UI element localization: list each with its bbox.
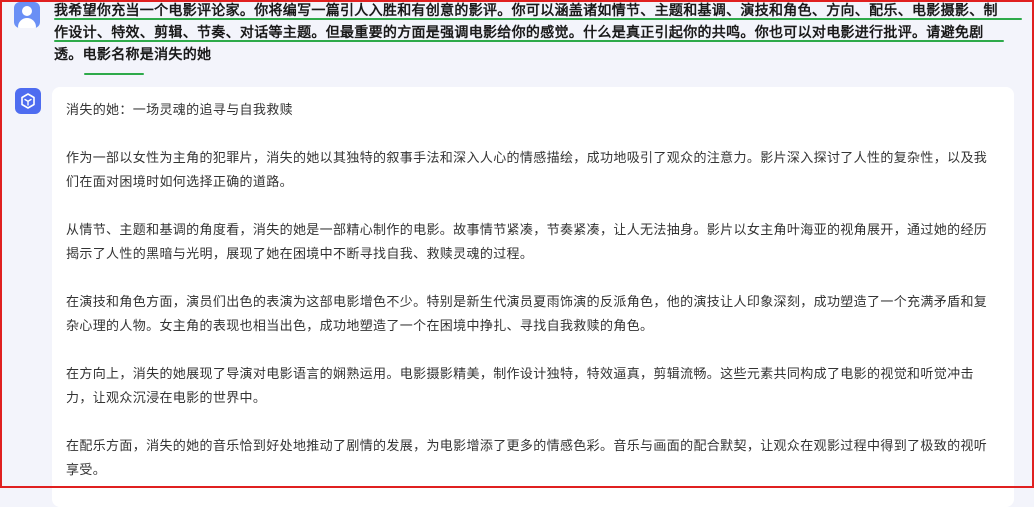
user-avatar-icon <box>14 2 40 28</box>
review-paragraph: 在方向上，消失的她展现了导演对电影语言的娴熟运用。电影摄影精美，制作设计独特，特… <box>66 367 974 406</box>
assistant-answer-card: 消失的她：一场灵魂的追寻与自我救赎 作为一部以女性为主角的犯罪片，消失的她以其独… <box>52 87 1014 507</box>
review-paragraph: 从情节、主题和基调的角度看，消失的她是一部精心制作的电影。故事情节紧凑，节奏紧凑… <box>66 223 988 262</box>
highlight-underline <box>54 40 1004 42</box>
user-message-text[interactable]: 我希望你充当一个电影评论家。你将编写一篇引人入胜和有创意的影评。你可以涵盖诸如情… <box>54 0 1010 66</box>
assistant-cube-icon <box>15 88 41 114</box>
review-paragraph: 作为一部以女性为主角的犯罪片，消失的她以其独特的叙事手法和深入人心的情感描绘，成… <box>66 151 988 190</box>
user-message-row: 我希望你充当一个电影评论家。你将编写一篇引人入胜和有创意的影评。你可以涵盖诸如情… <box>0 0 1034 80</box>
review-title: 消失的她：一场灵魂的追寻与自我救赎 <box>66 103 293 118</box>
highlight-underline <box>54 18 1022 20</box>
review-paragraph: 在配乐方面，消失的她的音乐恰到好处地推动了剧情的发展，为电影增添了更多的情感色彩… <box>66 439 988 478</box>
highlight-underline <box>84 73 144 75</box>
review-paragraph: 在演技和角色方面，演员们出色的表演为这部电影增色不少。特别是新生代演员夏雨饰演的… <box>66 295 988 334</box>
